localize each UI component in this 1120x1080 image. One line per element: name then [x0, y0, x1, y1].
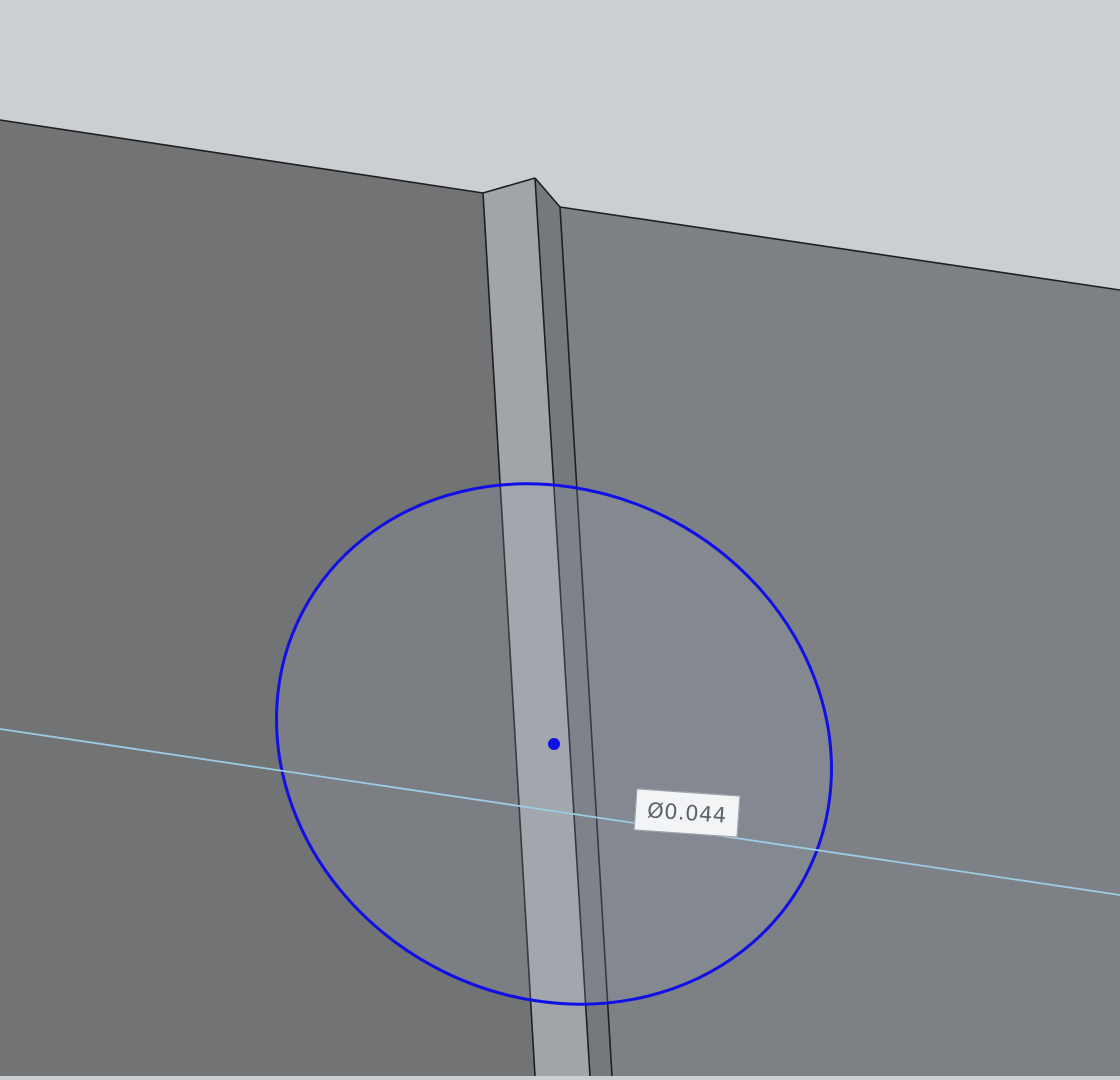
model-canvas[interactable]: [0, 0, 1120, 1077]
diameter-dimension-label[interactable]: Ø0.044: [633, 788, 741, 838]
circle-center-point[interactable]: [548, 738, 560, 750]
cad-3d-viewport[interactable]: Ø0.044: [0, 0, 1120, 1077]
